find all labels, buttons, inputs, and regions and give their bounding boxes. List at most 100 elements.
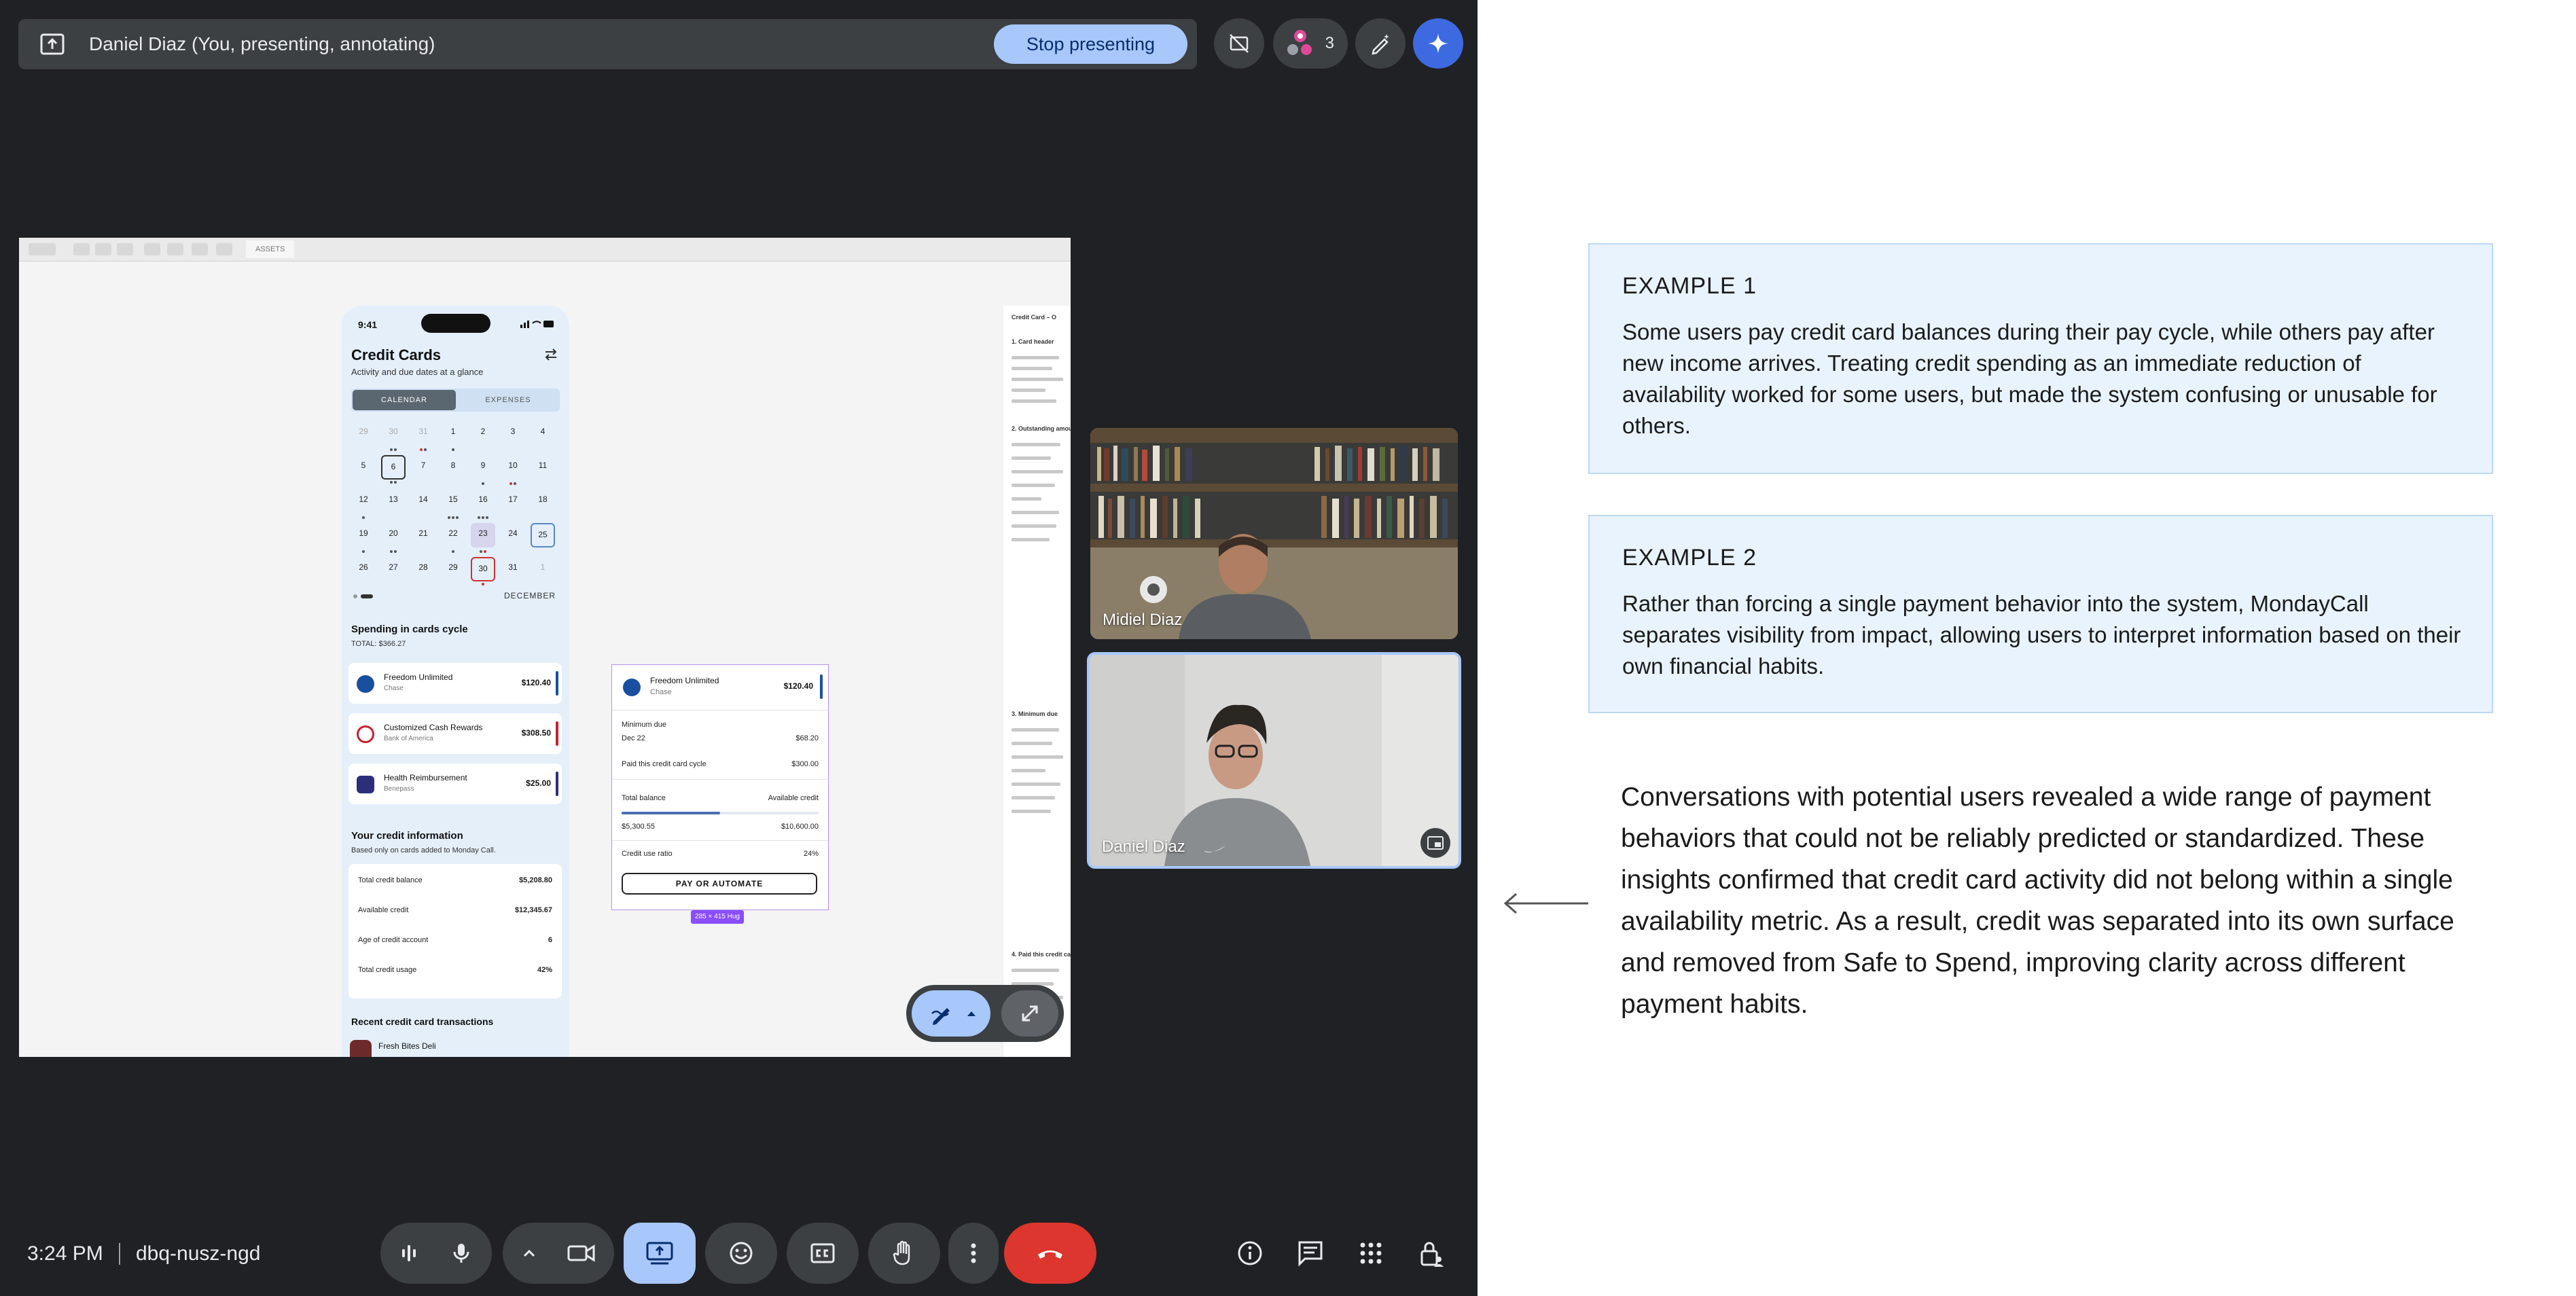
calendar-day[interactable]: 1: [531, 557, 555, 581]
calendar-day-number: 18: [538, 494, 548, 504]
meeting-details-button[interactable]: [1229, 1232, 1271, 1274]
paid-value: $300.00: [791, 760, 819, 768]
toolbar-tab[interactable]: [117, 243, 133, 255]
calendar-day[interactable]: 18: [531, 489, 555, 514]
calendar-day[interactable]: 17: [501, 489, 525, 514]
calendar-day-number: 14: [418, 494, 428, 504]
assets-tab[interactable]: ASSETS: [246, 240, 295, 258]
calendar-day[interactable]: 23: [471, 523, 495, 553]
calendar-day[interactable]: 15: [441, 489, 465, 519]
activities-button[interactable]: [1350, 1232, 1392, 1274]
paid-row: Paid this credit card cycle $300.00: [622, 760, 819, 768]
leave-call-button[interactable]: [1004, 1223, 1096, 1284]
calendar-day[interactable]: 14: [411, 489, 435, 514]
transaction-row[interactable]: Fresh Bites Deli: [348, 1036, 562, 1057]
captions-button[interactable]: [787, 1223, 859, 1284]
pay-or-automate-button[interactable]: PAY OR AUTOMATE: [622, 873, 817, 895]
calendar-day[interactable]: 25: [531, 523, 555, 547]
paid-label: Paid this credit card cycle: [622, 760, 706, 768]
pip-button[interactable]: [1420, 828, 1450, 858]
calendar-day[interactable]: 10: [501, 455, 525, 485]
credit-label: Available credit: [358, 906, 409, 914]
segment-calendar[interactable]: CALENDAR: [353, 390, 456, 410]
participant-tile-self[interactable]: Daniel Diaz: [1087, 652, 1461, 869]
calendar-day[interactable]: 26: [351, 557, 376, 581]
calendar-day[interactable]: 31: [501, 557, 525, 581]
doc-line: [1012, 356, 1059, 359]
calendar-day[interactable]: 29: [351, 421, 376, 446]
calendar-day[interactable]: 8: [441, 455, 465, 480]
doc-line: [1012, 484, 1055, 487]
calendar-day[interactable]: 2: [471, 421, 495, 446]
segment-expenses[interactable]: EXPENSES: [457, 390, 559, 410]
reactions-button[interactable]: [705, 1223, 777, 1284]
toolbar-tab[interactable]: [29, 243, 56, 255]
toolbar-tab[interactable]: [192, 243, 208, 255]
meet-window: Daniel Diaz (You, presenting, annotating…: [0, 0, 1478, 1296]
host-controls-button[interactable]: [1410, 1232, 1452, 1274]
arrow-left-icon: [1503, 893, 1588, 914]
more-options-button[interactable]: [948, 1223, 999, 1284]
divider: [612, 840, 828, 841]
expand-button[interactable]: [1001, 990, 1058, 1037]
doc-line: [1012, 728, 1059, 732]
card-detail-component[interactable]: Freedom Unlimited Chase $120.40 Minimum …: [611, 664, 829, 910]
swap-icon[interactable]: [543, 348, 558, 361]
hand-icon: [893, 1240, 910, 1265]
participant-tile[interactable]: Midiel Diaz: [1090, 428, 1458, 639]
camera-icon[interactable]: [567, 1241, 596, 1265]
calendar-day[interactable]: 12: [351, 489, 376, 519]
calendar-day[interactable]: 4: [531, 421, 555, 446]
toolbar-tab[interactable]: [95, 243, 111, 255]
calendar-day[interactable]: 28: [411, 557, 435, 581]
chevron-up-icon[interactable]: [519, 1243, 539, 1263]
calendar-day[interactable]: 29: [441, 557, 465, 581]
credit-row: Age of credit account 6: [358, 936, 552, 950]
annotation-pen-button[interactable]: [912, 990, 990, 1037]
audio-levels-icon[interactable]: [397, 1241, 421, 1265]
calendar-day[interactable]: 24: [501, 523, 525, 547]
calendar-day[interactable]: 27: [381, 557, 406, 581]
card-row[interactable]: Customized Cash Rewards Bank of America …: [348, 713, 562, 754]
calendar-day[interactable]: 31: [411, 421, 435, 451]
activity-dot: [482, 482, 484, 485]
calendar-day[interactable]: 6: [381, 455, 406, 484]
toolbar-tab[interactable]: [73, 243, 90, 255]
calendar-day[interactable]: 11: [531, 455, 555, 480]
chat-button[interactable]: [1289, 1232, 1331, 1274]
min-due-label: Minimum due: [622, 721, 667, 729]
calendar-day[interactable]: 3: [501, 421, 525, 446]
calendar-day[interactable]: 5: [351, 455, 376, 480]
toolbar-tab[interactable]: [144, 243, 160, 255]
calendar-day[interactable]: 30: [471, 557, 495, 586]
present-now-button[interactable]: [624, 1223, 696, 1284]
annotate-button[interactable]: [1355, 18, 1406, 69]
calendar-day[interactable]: 1: [441, 421, 465, 451]
stop-presenting-button[interactable]: Stop presenting: [994, 24, 1187, 64]
card-row[interactable]: Health Reimbursement Benepass $25.00: [348, 763, 562, 804]
toolbar-tab[interactable]: [216, 243, 232, 255]
people-button[interactable]: 3: [1273, 18, 1348, 69]
calendar-day[interactable]: 22: [441, 523, 465, 553]
hide-tiles-button[interactable]: [1214, 18, 1264, 69]
calendar-day[interactable]: 16: [471, 489, 495, 519]
calendar-day[interactable]: 21: [411, 523, 435, 547]
calendar-day[interactable]: 9: [471, 455, 495, 485]
participant-video: [1090, 655, 1459, 866]
calendar-day[interactable]: 19: [351, 523, 376, 553]
calendar-day-number: 6: [391, 462, 396, 471]
raise-hand-button[interactable]: [868, 1223, 940, 1284]
presenting-label: Daniel Diaz (You, presenting, annotating…: [89, 33, 435, 54]
usage-bar-fill: [622, 812, 720, 814]
microphone-button[interactable]: [431, 1223, 492, 1284]
participants-avatars-icon: [1287, 30, 1312, 55]
card-row[interactable]: Freedom Unlimited Chase $120.40: [348, 663, 562, 704]
toolbar-tab[interactable]: [167, 243, 183, 255]
calendar-day[interactable]: 7: [411, 455, 435, 480]
gemini-button[interactable]: [1413, 18, 1463, 69]
calendar-day[interactable]: 20: [381, 523, 406, 553]
pen-sparkle-icon: [1372, 34, 1389, 55]
meeting-code: dbq-nusz-ngd: [136, 1242, 261, 1265]
calendar-day[interactable]: 30: [381, 421, 406, 451]
calendar-day[interactable]: 13: [381, 489, 406, 514]
